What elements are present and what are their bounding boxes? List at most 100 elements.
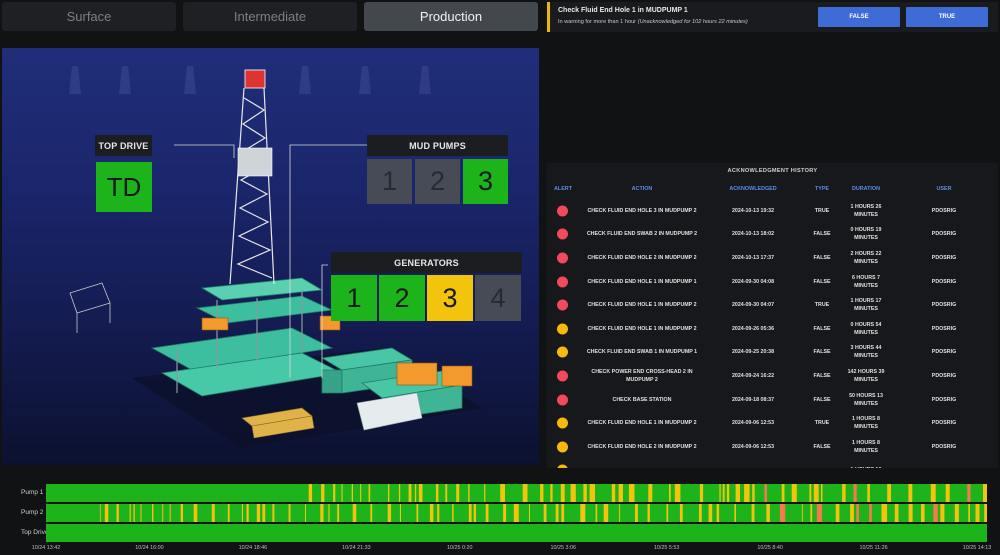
timeline-bar-pump-1[interactable] (46, 484, 987, 502)
timeline-event (921, 504, 925, 522)
col-duration[interactable]: DURATION (852, 186, 880, 192)
ack-cell-type: TRUE (814, 207, 830, 214)
ack-row[interactable]: CHECK FLUID END HOLE 1 IN MUDPUMP 1 2024-… (547, 270, 998, 294)
col-type[interactable]: TYPE (815, 186, 829, 192)
ack-cell-duration: 1 HOURS 10 (845, 466, 887, 468)
alert-status-dot (557, 346, 568, 358)
tab-intermediate[interactable]: Intermediate (183, 2, 357, 31)
timeline-event (484, 484, 486, 502)
timeline-event (856, 504, 859, 522)
mud-pump-2-tile[interactable]: 2 (415, 159, 460, 204)
timeline-event (503, 504, 507, 522)
ack-cell-duration: 3 HOURS 44 MINUTES (850, 345, 882, 360)
ack-cell-action: CHECK FLUID END HOLE 1 IN MUDPUMP 1 (587, 278, 697, 285)
ack-row[interactable]: CHECK FLUID END HOLE 3 IN MUDPUMP 2 2024-… (547, 199, 998, 223)
timeline-event (867, 484, 870, 502)
mud-pump-3-tile[interactable]: 3 (463, 159, 508, 204)
ack-cell-acknowledged: 2024-10-13 18:02 (731, 231, 775, 238)
ack-row[interactable]: CHECK FLUID END HOLE 1 IN MUDPUMP 2 2024-… (547, 293, 998, 317)
timeline-event (810, 504, 813, 522)
timeline-bar-top-drive[interactable] (46, 524, 987, 542)
timeline-event (708, 504, 713, 522)
ack-cell-duration: 1 HOURS 17 MINUTES (850, 298, 882, 313)
ack-row[interactable]: CHECK FLUID END SWAB 2 IN MUDPUMP 2 2024-… (547, 223, 998, 247)
tab-production[interactable]: Production (364, 2, 538, 31)
ack-cell-acknowledged: 2024-09-30 04:08 (731, 278, 775, 285)
ack-cell-acknowledged: 2024-09-06 12:53 (731, 443, 775, 450)
timeline-event (550, 484, 553, 502)
ack-cell-duration: 6 HOURS 7 MINUTES (852, 274, 880, 289)
ack-row[interactable]: CHECK POWER END CROSS-HEAD 2 IN MUDPUMP … (547, 364, 998, 388)
ack-cell-duration: 50 HOURS 13 MINUTES (849, 392, 883, 407)
generator-3-tile[interactable]: 3 (427, 275, 473, 321)
alert-status-dot (557, 464, 568, 468)
top-drive-tile[interactable]: TD (96, 162, 152, 212)
timeline-label-pump-1: Pump 1 (21, 489, 44, 496)
timeline-event (869, 504, 872, 522)
col-alert[interactable]: ALERT (554, 186, 572, 192)
timeline-tick-label: 10/25 5:53 (653, 545, 680, 551)
timeline-event (288, 504, 291, 522)
true-button[interactable]: TRUE (906, 7, 988, 27)
col-action[interactable]: ACTION (632, 186, 653, 192)
timeline-event (850, 504, 854, 522)
tab-surface[interactable]: Surface (2, 2, 176, 31)
alert-status-dot (557, 441, 568, 453)
timeline-event (628, 484, 635, 502)
ack-cell-duration: 2 HOURS 22 MINUTES (850, 250, 882, 265)
false-button[interactable]: FALSE (818, 7, 900, 27)
ack-row[interactable]: CHECK FLUID END HOLE 1 IN MUDPUMP 2 2024-… (547, 411, 998, 435)
timeline-event (945, 484, 950, 502)
ack-cell-action: CHECK FLUID END HOLE 1 IN MUDPUMP 2 (587, 302, 697, 309)
ack-cell-duration: 1 HOURS 8 MINUTES (852, 416, 880, 431)
ack-row[interactable]: CHECK FLUID END SWAB 1 IN MUDPUMP 1 2024-… (547, 341, 998, 365)
timeline-event (618, 484, 623, 502)
ack-cell-type: FALSE (813, 325, 831, 332)
timeline-event (500, 484, 505, 502)
ack-row[interactable]: CHECK FLUID END HOLE 2 IN MUDPUMP 2 2024-… (547, 246, 998, 270)
ack-row[interactable]: 1 HOURS 10 (547, 459, 998, 468)
timeline-event (611, 484, 616, 502)
timeline-tick-label: 10/25 3:06 (550, 545, 576, 551)
timeline-event (764, 484, 767, 502)
timeline-bar-pump-2[interactable] (46, 504, 987, 522)
ack-cell-type: TRUE (814, 420, 830, 427)
timeline-event (180, 504, 183, 522)
ack-cell-user: PDOSRIG (931, 254, 957, 261)
timeline-event (699, 504, 702, 522)
timeline-event (619, 504, 621, 522)
timeline-event (560, 484, 565, 502)
timeline-event (333, 484, 336, 502)
ack-row[interactable]: CHECK FLUID END HOLE 1 IN MUDPUMP 2 2024-… (547, 317, 998, 341)
ack-cell-duration: 0 HOURS 19 MINUTES (850, 227, 882, 242)
col-acknowledged[interactable]: ACKNOWLEDGED (729, 186, 776, 192)
timeline-event (398, 484, 401, 502)
timeline-tick-label: 10/25 11:26 (859, 545, 888, 551)
timeline-event (722, 484, 725, 502)
timeline-event (570, 484, 576, 502)
timeline-tick-label: 10/24 13:42 (31, 545, 61, 551)
timeline-event (853, 484, 857, 502)
ack-cell-type: TRUE (814, 302, 830, 309)
generator-2-tile[interactable]: 2 (379, 275, 425, 321)
timeline-event (387, 504, 392, 522)
timeline-event (418, 484, 423, 502)
dashboard: Surface Intermediate Production TOP DRIV… (0, 0, 1000, 555)
generator-4-tile[interactable]: 4 (475, 275, 521, 321)
timeline-event (908, 504, 913, 522)
ack-cell-user: PDOSRIG (931, 396, 957, 403)
ack-row[interactable]: CHECK BASE STATION 2024-09-18 08:37 FALSE 5… (547, 388, 998, 412)
timeline-event (308, 484, 313, 502)
mud-pump-1-tile[interactable]: 1 (367, 159, 412, 204)
col-user[interactable]: USER (937, 186, 952, 192)
alert-status-dot (557, 252, 568, 264)
generator-1-tile[interactable]: 1 (331, 275, 377, 321)
timeline-event (328, 504, 330, 522)
ack-row[interactable]: CHECK FLUID END HOLE 2 IN MUDPUMP 2 2024-… (547, 435, 998, 459)
timeline-event (445, 484, 448, 502)
ack-cell-action: CHECK FLUID END HOLE 3 IN MUDPUMP 2 (587, 207, 697, 214)
timeline-event (351, 484, 353, 502)
timeline-event (352, 504, 357, 522)
timeline-event (321, 484, 325, 502)
timeline-label-pump-2: Pump 2 (21, 509, 44, 516)
